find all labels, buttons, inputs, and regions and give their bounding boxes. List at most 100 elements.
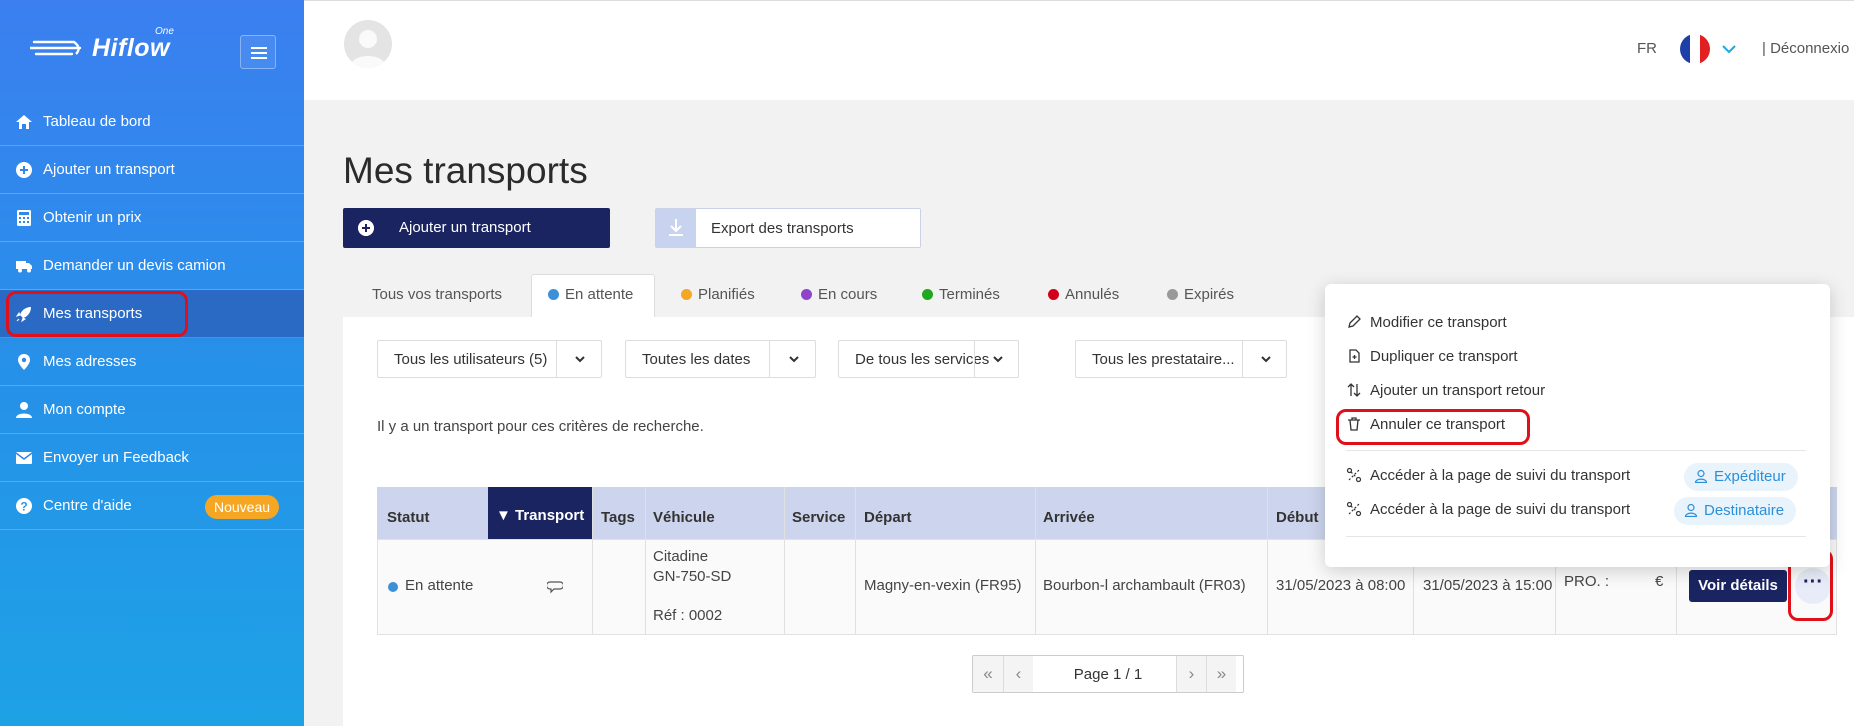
sidebar-item-label: Envoyer un Feedback [43,449,189,466]
destinataire-chip[interactable]: Destinataire [1674,497,1797,525]
tab-termines[interactable]: Terminés [922,276,1000,318]
pencil-icon [1348,315,1361,328]
status-dot [388,582,398,592]
chevron-down-icon [575,356,585,363]
route-icon [1346,467,1362,483]
next-page-button[interactable]: › [1176,656,1206,692]
column-header-statut[interactable]: Statut [387,509,430,526]
filter-dates[interactable]: Toutes les dates [625,340,816,378]
column-header-tags[interactable]: Tags [601,509,635,526]
add-transport-button[interactable]: Ajouter un transport [343,208,610,248]
menu-item-suivi-destinataire[interactable]: Accéder à la page de suivi du transport [1346,501,1630,518]
export-transports-button[interactable]: Export des transports [655,208,921,248]
home-icon [16,115,32,129]
sidebar-toggle-button[interactable] [240,35,276,69]
row-vehicle-type: Citadine [653,548,709,565]
user-outline-icon [1694,469,1708,483]
calculator-icon [17,210,31,226]
sidebar-item-label: Mes adresses [43,353,137,370]
tab-expires[interactable]: Expirés [1167,276,1234,318]
duplicate-icon [1349,349,1360,363]
menu-divider [1346,450,1806,451]
user-avatar-icon [350,30,386,68]
status-dot [1048,289,1059,300]
plus-circle-icon [358,220,374,236]
menu-item-modifier[interactable]: Modifier ce transport [1346,314,1507,331]
chevron-down-icon [789,356,799,363]
row-status: En attente [405,577,474,594]
ship-logo-icon [30,40,82,56]
first-page-button[interactable]: « [973,656,1003,692]
top-header [304,0,1854,100]
download-icon [669,219,683,236]
column-header-depart[interactable]: Départ [864,509,912,526]
chevron-down-icon [993,356,1003,363]
filter-prestataires[interactable]: Tous les prestataire... [1075,340,1287,378]
logo-text: Hiflow [92,34,170,62]
comment-icon[interactable] [547,578,563,594]
sidebar-item-devis-camion[interactable]: Demander un devis camion [0,242,304,290]
chevron-down-icon[interactable] [1722,42,1736,56]
hiflow-logo[interactable]: Hiflow One [30,26,180,66]
truck-icon [16,261,32,273]
help-icon: ? [16,498,32,514]
tab-en-cours[interactable]: En cours [801,276,877,318]
row-price-label: PRO. : [1564,573,1610,590]
export-label: Export des transports [711,220,854,237]
column-header-debut[interactable]: Début [1276,509,1319,526]
page-title: Mes transports [343,150,588,191]
status-dot [801,289,812,300]
menu-item-retour[interactable]: Ajouter un transport retour [1346,382,1545,399]
menu-item-suivi-expediteur[interactable]: Accéder à la page de suivi du transport [1346,467,1630,484]
tab-en-attente[interactable]: En attente [548,276,633,318]
sidebar-item-tableau-de-bord[interactable]: Tableau de bord [0,98,304,146]
user-outline-icon [1684,503,1698,517]
status-dot [922,289,933,300]
sidebar-item-mes-adresses[interactable]: Mes adresses [0,338,304,386]
hamburger-icon [251,47,267,49]
column-header-transport-sorted[interactable]: ▼ Transport [488,487,593,539]
route-icon [1346,501,1362,517]
row-fin: 31/05/2023 à 15:00 [1423,577,1553,594]
language-code: FR [1637,40,1657,57]
sidebar-item-label: Ajouter un transport [43,161,175,178]
page-indicator: Page 1 / 1 [1073,666,1143,683]
filter-users[interactable]: Tous les utilisateurs (5) [377,340,602,378]
row-price-currency: € [1655,573,1664,590]
menu-item-dupliquer[interactable]: Dupliquer ce transport [1346,348,1518,365]
view-details-button[interactable]: Voir détails [1689,570,1787,602]
sidebar-item-label: Obtenir un prix [43,209,142,226]
column-header-service[interactable]: Service [792,509,845,526]
last-page-button[interactable]: » [1206,656,1236,692]
filter-services[interactable]: De tous les services [838,340,1019,378]
logout-link[interactable]: | Déconnexio [1762,40,1849,57]
sidebar-item-obtenir-prix[interactable]: Obtenir un prix [0,194,304,242]
tab-planifies[interactable]: Planifiés [681,276,755,318]
row-arrivee: Bourbon-l archambault (FR03) [1043,577,1246,594]
row-depart: Magny-en-vexin (FR95) [864,577,1022,594]
expediteur-chip[interactable]: Expéditeur [1684,463,1798,491]
row-reference: Réf : 0002 [653,607,723,624]
sidebar-item-feedback[interactable]: Envoyer un Feedback [0,434,304,482]
tab-annules[interactable]: Annulés [1048,276,1119,318]
map-pin-icon [18,354,30,370]
user-icon [16,402,32,418]
sidebar-item-ajouter-transport[interactable]: Ajouter un transport [0,146,304,194]
status-dot [1167,289,1178,300]
sidebar-item-mon-compte[interactable]: Mon compte [0,386,304,434]
prev-page-button[interactable]: ‹ [1003,656,1033,692]
add-transport-label: Ajouter un transport [399,219,531,236]
sidebar-item-label: Demander un devis camion [43,257,226,274]
sidebar-item-label: Mon compte [43,401,126,418]
tab-tous[interactable]: Tous vos transports [372,276,502,318]
annotation-highlight-sidebar [6,291,188,337]
row-vehicle-plate: GN-750-SD [653,568,732,585]
plus-circle-icon [16,162,32,178]
sidebar-item-label: Centre d'aide [43,497,132,514]
avatar[interactable] [344,20,392,68]
column-header-arrivee[interactable]: Arrivée [1043,509,1095,526]
status-dot [681,289,692,300]
column-header-vehicule[interactable]: Véhicule [653,509,715,526]
french-flag-icon[interactable] [1680,34,1710,64]
chevron-down-icon [1261,356,1271,363]
